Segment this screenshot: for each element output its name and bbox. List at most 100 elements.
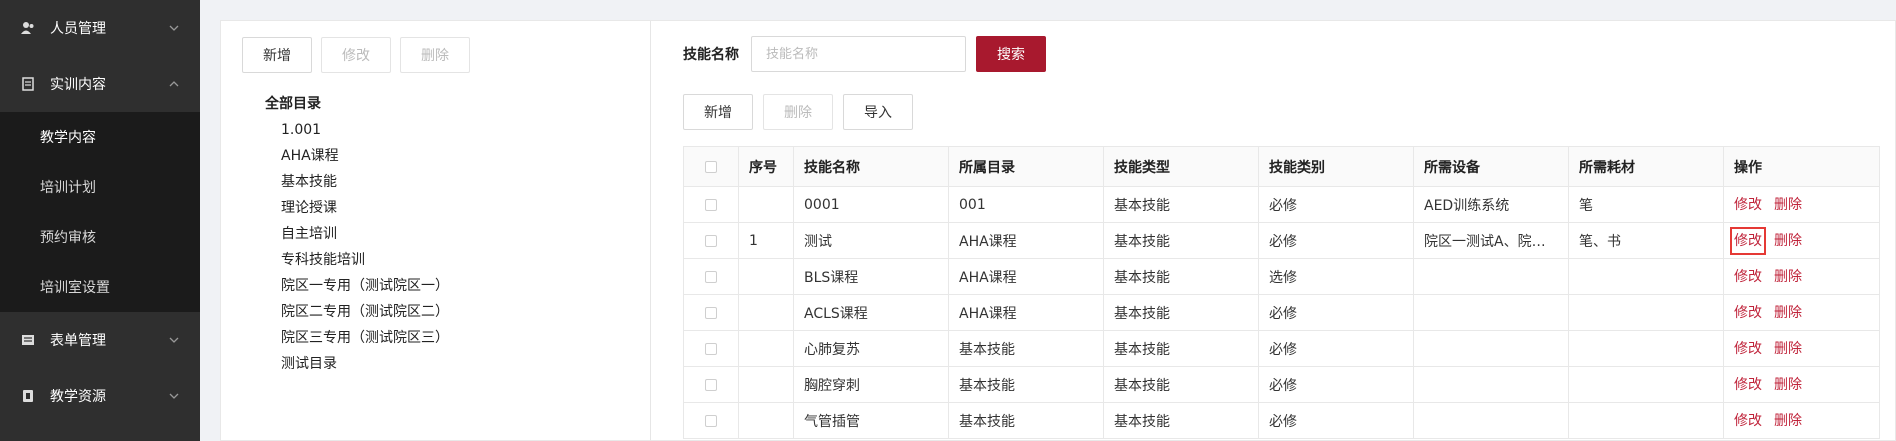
skill-category-cell: 选修 (1258, 258, 1414, 295)
device-cell: 院区一测试A、院… (1413, 222, 1569, 259)
chevron-down-icon (168, 390, 180, 402)
chevron-down-icon (168, 22, 180, 34)
tree-root[interactable]: 全部目录 (265, 91, 449, 117)
tree-node[interactable]: 1.001 (265, 117, 449, 143)
delete-skill-button[interactable]: 删除 (763, 94, 833, 130)
row-delete-link[interactable]: 删除 (1774, 411, 1802, 431)
row-delete-link[interactable]: 删除 (1774, 195, 1802, 215)
row-checkbox[interactable] (705, 234, 717, 247)
table-row[interactable]: 气管插管 基本技能 基本技能 必修 修改 删除 (683, 402, 1880, 439)
tree-node[interactable]: 院区一专用（测试院区一） (265, 273, 449, 299)
skill-type-cell: 基本技能 (1103, 402, 1259, 439)
row-checkbox[interactable] (705, 414, 717, 427)
operations-cell: 修改 删除 (1723, 186, 1880, 223)
skills-table: 序号 技能名称 所属目录 技能类型 技能类别 所需设备 所需耗材 操作 0001… (683, 146, 1880, 439)
sidebar-item-training-plan[interactable]: 培训计划 (0, 162, 200, 212)
device-cell (1413, 366, 1569, 403)
skill-category-cell: 必修 (1258, 402, 1414, 439)
row-checkbox[interactable] (705, 342, 717, 355)
row-edit-link[interactable]: 修改 (1734, 195, 1762, 215)
table-row[interactable]: 1 测试 AHA课程 基本技能 必修 院区一测试A、院… 笔、书 修改 删除 (683, 222, 1880, 259)
main-panel: 新增 修改 删除 全部目录 1.001 AHA课程 基本技能 理论授课 自主培训… (220, 20, 1896, 441)
sidebar-item-teaching-content[interactable]: 教学内容 (0, 112, 200, 162)
row-checkbox[interactable] (705, 198, 717, 211)
row-delete-link[interactable]: 删除 (1774, 303, 1802, 323)
skills-toolbar: 新增 删除 导入 (683, 94, 913, 130)
material-cell: 笔 (1568, 186, 1724, 223)
column-header: 序号 (738, 146, 794, 187)
menu-group-label: 表单管理 (50, 333, 106, 349)
sidebar-item-room-settings[interactable]: 培训室设置 (0, 262, 200, 312)
skill-name-search-input[interactable] (751, 36, 966, 72)
tree-node[interactable]: AHA课程 (265, 143, 449, 169)
row-edit-link[interactable]: 修改 (1734, 411, 1762, 431)
tree-node[interactable]: 自主培训 (265, 221, 449, 247)
table-row[interactable]: 心肺复苏 基本技能 基本技能 必修 修改 删除 (683, 330, 1880, 367)
row-edit-link[interactable]: 修改 (1734, 303, 1762, 323)
device-cell (1413, 330, 1569, 367)
directory-tree: 全部目录 1.001 AHA课程 基本技能 理论授课 自主培训 专科技能培训 院… (265, 91, 449, 377)
tree-delete-button[interactable]: 删除 (400, 37, 470, 73)
menu-group-label: 教学资源 (50, 389, 106, 405)
material-cell (1568, 402, 1724, 439)
skills-pane: 技能名称 搜索 新增 删除 导入 序号 技能名称 所属目录 (683, 21, 1896, 441)
table-row[interactable]: ACLS课程 AHA课程 基本技能 必修 修改 删除 (683, 294, 1880, 331)
skill-category-cell: 必修 (1258, 222, 1414, 259)
skill-type-cell: 基本技能 (1103, 366, 1259, 403)
skill-category-cell: 必修 (1258, 294, 1414, 331)
tree-node[interactable]: 院区三专用（测试院区三） (265, 325, 449, 351)
row-select-cell (683, 294, 739, 331)
tree-node[interactable]: 院区二专用（测试院区二） (265, 299, 449, 325)
row-edit-link[interactable]: 修改 (1734, 339, 1762, 359)
operations-cell: 修改 删除 (1723, 222, 1880, 259)
seq-cell (738, 186, 794, 223)
operations-cell: 修改 删除 (1723, 366, 1880, 403)
material-cell (1568, 330, 1724, 367)
row-delete-link[interactable]: 删除 (1774, 231, 1802, 251)
tree-edit-button[interactable]: 修改 (321, 37, 391, 73)
sidebar-item-booking-review[interactable]: 预约审核 (0, 212, 200, 262)
skill-type-cell: 基本技能 (1103, 186, 1259, 223)
row-checkbox[interactable] (705, 270, 717, 283)
menu-group-training-content[interactable]: 实训内容 (0, 56, 200, 112)
material-cell: 笔、书 (1568, 222, 1724, 259)
seq-cell: 1 (738, 222, 794, 259)
select-all-checkbox[interactable] (705, 160, 717, 173)
menu-group-personnel[interactable]: 人员管理 (0, 0, 200, 56)
directory-cell: 001 (948, 186, 1104, 223)
import-button[interactable]: 导入 (843, 94, 913, 130)
skill-type-cell: 基本技能 (1103, 294, 1259, 331)
skill-name-cell: 胸腔穿刺 (793, 366, 949, 403)
resource-icon (20, 388, 36, 404)
row-edit-link[interactable]: 修改 (1730, 226, 1766, 255)
row-delete-link[interactable]: 删除 (1774, 339, 1802, 359)
row-checkbox[interactable] (705, 378, 717, 391)
column-header: 技能类型 (1103, 146, 1259, 187)
directory-cell: 基本技能 (948, 330, 1104, 367)
row-delete-link[interactable]: 删除 (1774, 267, 1802, 287)
column-header: 所属目录 (948, 146, 1104, 187)
directory-cell: AHA课程 (948, 258, 1104, 295)
column-header: 操作 (1723, 146, 1880, 187)
row-delete-link[interactable]: 删除 (1774, 375, 1802, 395)
row-select-cell (683, 366, 739, 403)
tree-node[interactable]: 专科技能培训 (265, 247, 449, 273)
menu-group-forms[interactable]: 表单管理 (0, 312, 200, 368)
add-skill-button[interactable]: 新增 (683, 94, 753, 130)
chevron-up-icon (168, 78, 180, 90)
chevron-down-icon (168, 334, 180, 346)
table-row[interactable]: 0001 001 基本技能 必修 AED训练系统笔修改 删除 (683, 186, 1880, 223)
row-edit-link[interactable]: 修改 (1734, 267, 1762, 287)
menu-group-resources[interactable]: 教学资源 (0, 368, 200, 424)
row-checkbox[interactable] (705, 306, 717, 319)
table-row[interactable]: 胸腔穿刺 基本技能 基本技能 必修 修改 删除 (683, 366, 1880, 403)
table-row[interactable]: BLS课程 AHA课程 基本技能 选修 修改 删除 (683, 258, 1880, 295)
search-label: 技能名称 (683, 47, 739, 63)
tree-node[interactable]: 测试目录 (265, 351, 449, 377)
tree-add-button[interactable]: 新增 (242, 37, 312, 73)
operations-cell: 修改 删除 (1723, 294, 1880, 331)
tree-node[interactable]: 理论授课 (265, 195, 449, 221)
row-edit-link[interactable]: 修改 (1734, 375, 1762, 395)
search-button[interactable]: 搜索 (976, 36, 1046, 72)
tree-node[interactable]: 基本技能 (265, 169, 449, 195)
